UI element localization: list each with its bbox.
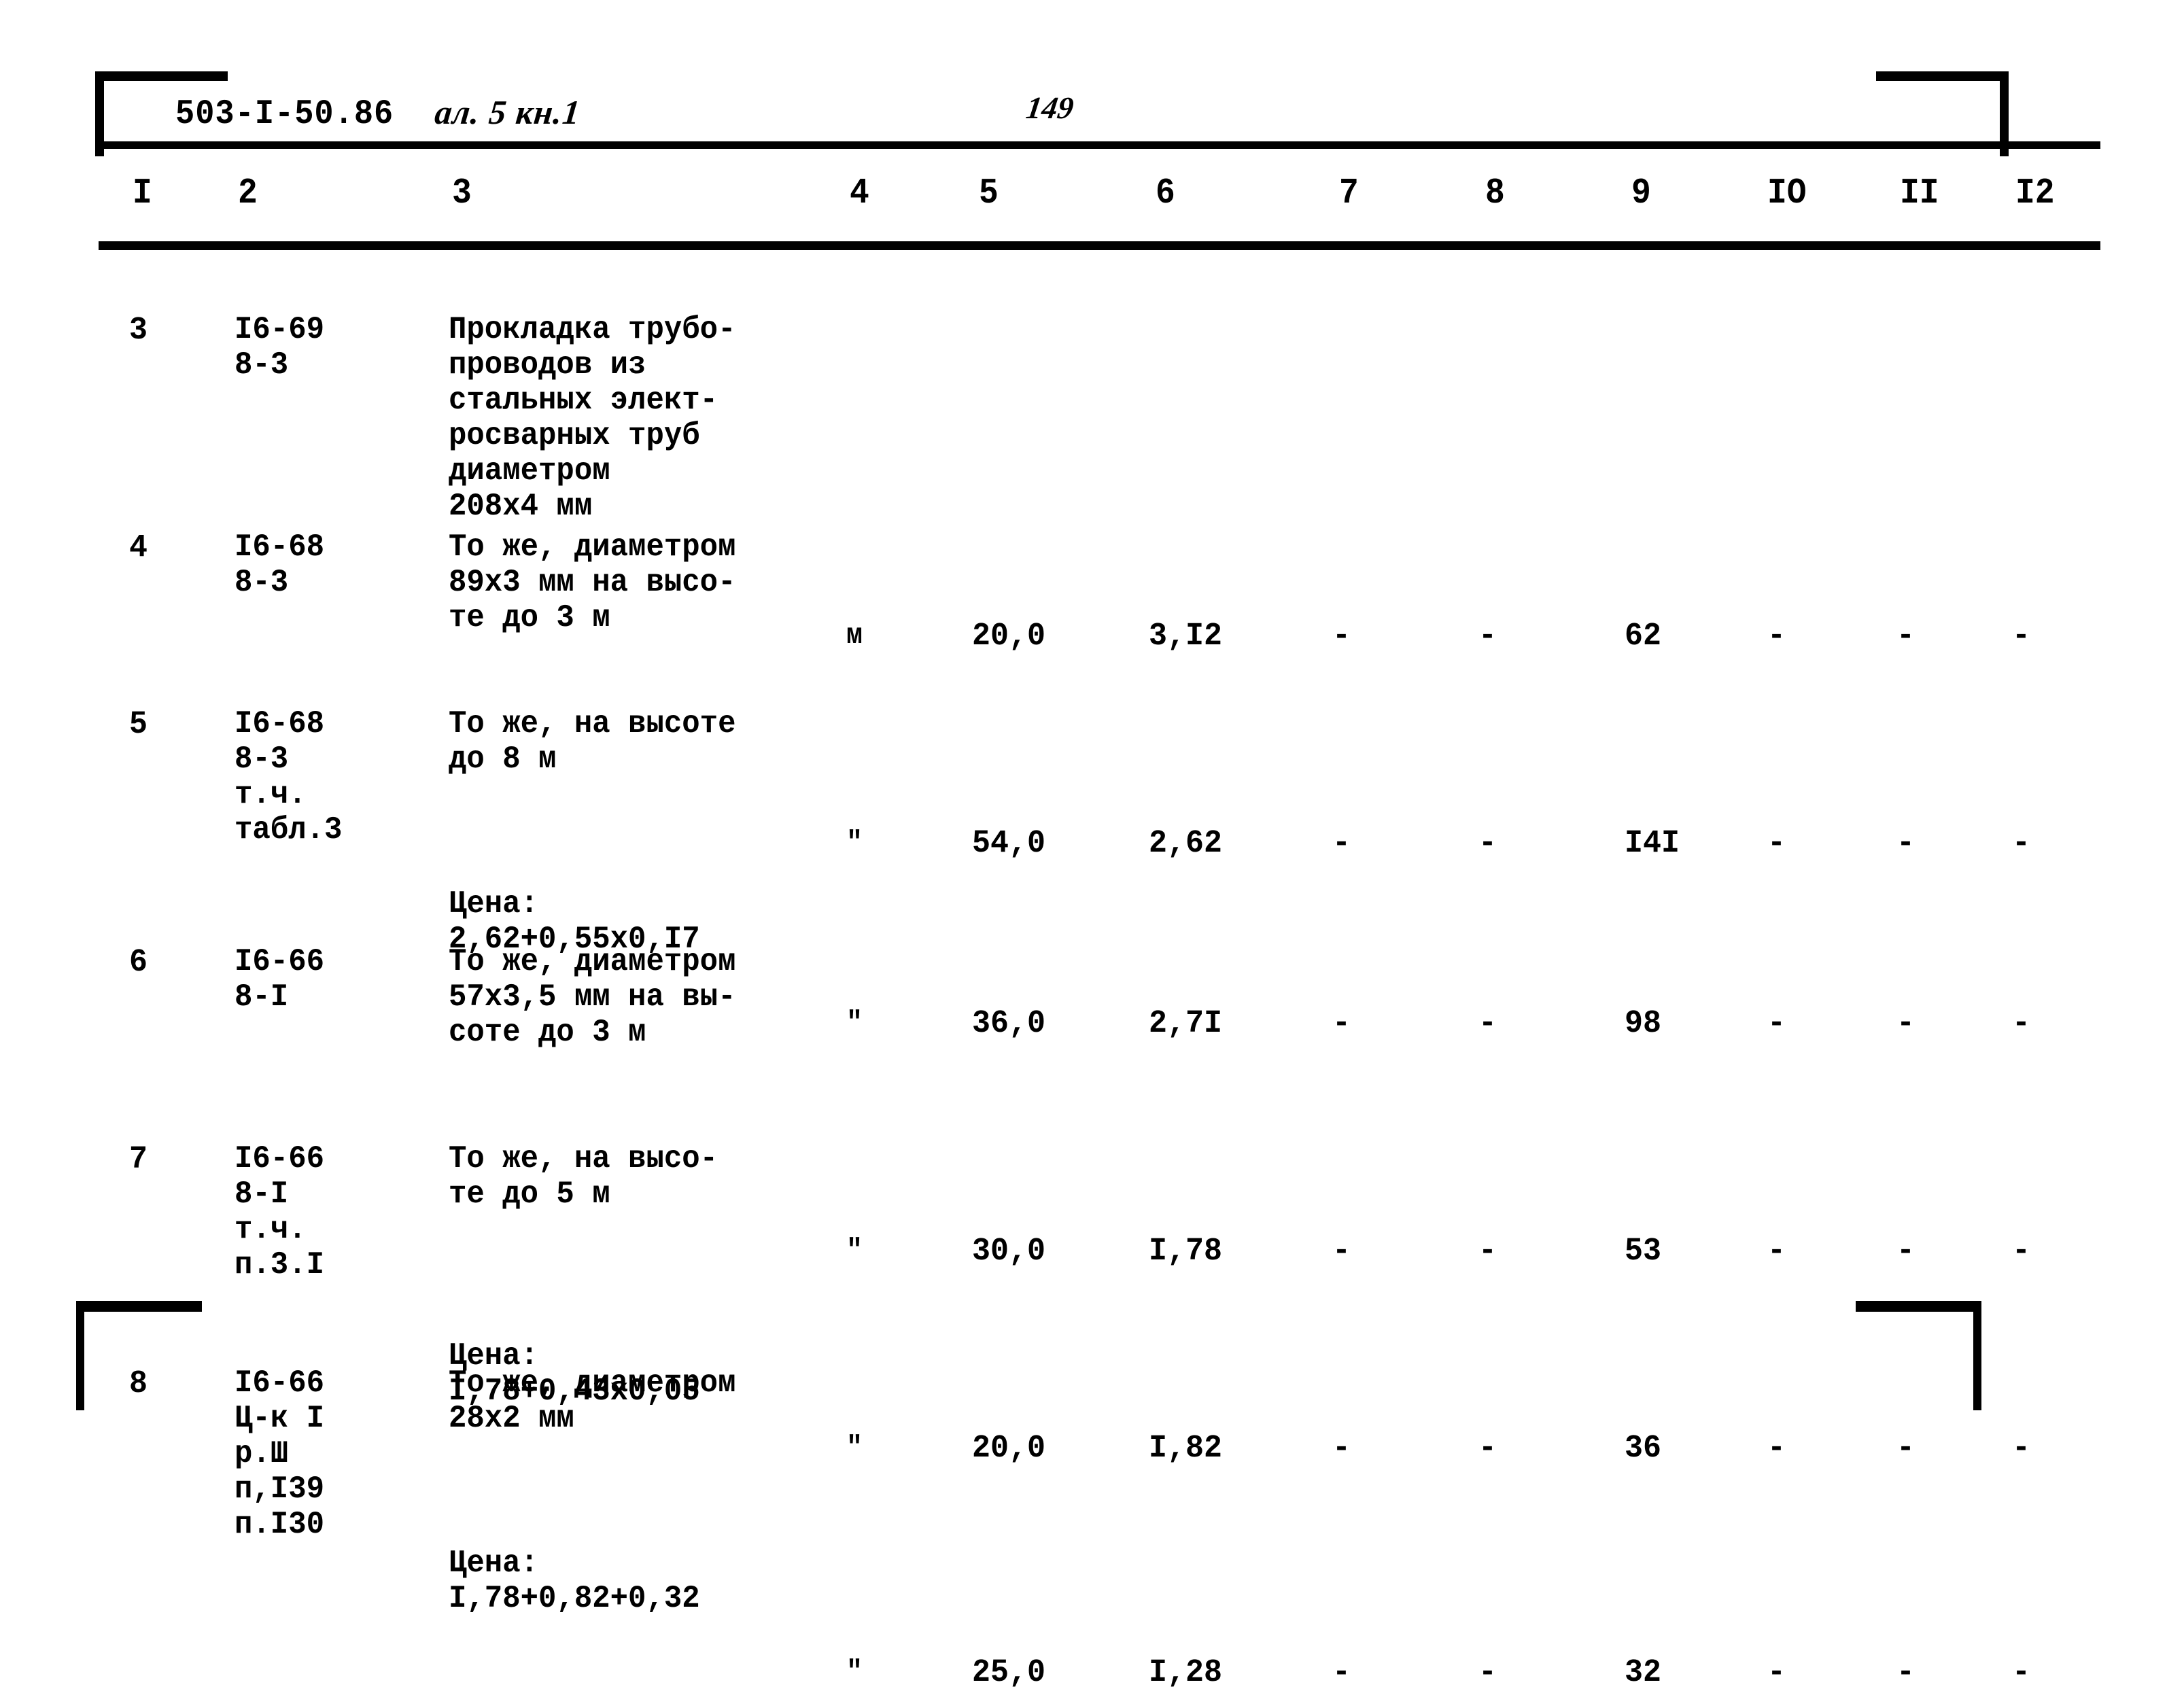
row-item-number: 5 [129,705,148,743]
row-col11: - [1896,1005,1916,1042]
row-col8: - [1478,1232,1497,1270]
row-unit: " [846,1235,863,1268]
row-col11: - [1896,824,1916,862]
row-col11: - [1896,617,1916,655]
row-col12: - [2012,824,2031,862]
column-header-9: 9 [1631,173,1651,214]
row-total: 36 [1625,1429,1662,1467]
row-col7: - [1332,617,1351,655]
header-rule-top [99,141,2100,149]
row-col8: - [1478,1654,1497,1691]
row-col7: - [1332,824,1351,862]
row-unit-cost: 3,I2 [1149,617,1223,655]
row-col10: - [1767,1654,1786,1691]
row-description: То же, диаметром 57х3,5 мм на вы- соте д… [449,943,736,1051]
row-unit: " [846,1007,863,1040]
row-item-number: 4 [129,529,148,566]
row-col10: - [1767,1429,1786,1467]
document-code: 503-I-50.86 [175,95,394,135]
row-norm-code: I6-66 8-I [235,943,325,1015]
row-col8: - [1478,1429,1497,1467]
row-col10: - [1767,617,1786,655]
row-norm-code: I6-66 Ц-к I р.Ш п,I39 п.I30 [235,1365,325,1543]
row-description: То же, на высоте до 8 м [449,705,736,778]
row-unit-cost: I,82 [1149,1429,1223,1467]
row-col8: - [1478,617,1497,655]
column-header-4: 4 [850,173,869,214]
column-header-7: 7 [1339,173,1359,214]
row-col12: - [2012,1654,2031,1691]
header-rule-bottom [99,241,2100,250]
column-header-3: 3 [452,173,472,214]
row-unit-cost: 2,62 [1149,824,1223,862]
row-item-number: 3 [129,311,148,349]
row-quantity: 20,0 [972,1429,1046,1467]
column-header-10: IO [1767,173,1807,214]
row-unit-cost: I,28 [1149,1654,1223,1691]
handwritten-annotation: ал. 5 кн.1 [433,93,583,131]
row-description: То же, диаметром 28х2 мм [449,1365,736,1437]
row-col11: - [1896,1429,1916,1467]
row-col7: - [1332,1232,1351,1270]
row-norm-code: I6-68 8-3 т.ч. табл.3 [235,705,343,848]
row-col7: - [1332,1429,1351,1467]
row-description: То же, на высо- те до 5 м [449,1140,718,1213]
row-col12: - [2012,1232,2031,1270]
row-description: Прокладка трубо- проводов из стальных эл… [449,311,736,525]
row-quantity: 20,0 [972,617,1046,655]
row-norm-code: I6-66 8-I т.ч. п.3.I [235,1140,325,1283]
row-col7: - [1332,1005,1351,1042]
row-unit: " [846,1656,863,1689]
row-total: 98 [1625,1005,1662,1042]
row-unit: " [846,1432,863,1465]
row-norm-code: I6-69 8-3 [235,311,325,383]
column-header-5: 5 [979,173,999,214]
column-header-8: 8 [1485,173,1505,214]
row-quantity: 30,0 [972,1232,1046,1270]
row-col7: - [1332,1654,1351,1691]
page-number: 149 [1024,90,1076,125]
row-col12: - [2012,617,2031,655]
row-price-note: Цена: I,78+0,82+0,32 [449,1545,700,1617]
row-item-number: 7 [129,1140,148,1178]
row-col10: - [1767,1232,1786,1270]
row-col8: - [1478,1005,1497,1042]
row-quantity: 36,0 [972,1005,1046,1042]
row-item-number: 8 [129,1365,148,1402]
column-header-6: 6 [1156,173,1175,214]
row-total: 53 [1625,1232,1662,1270]
row-col10: - [1767,824,1786,862]
column-header-1: I [133,173,152,214]
column-header-12: I2 [2015,173,2055,214]
row-unit: м [846,620,863,652]
page-header: 503-I-50.86 ал. 5 кн.1 149 [0,90,2184,143]
row-item-number: 6 [129,943,148,981]
row-description: То же, диаметром 89х3 мм на высо- те до … [449,529,736,636]
row-col11: - [1896,1654,1916,1691]
row-total: 32 [1625,1654,1662,1691]
row-quantity: 25,0 [972,1654,1046,1691]
row-quantity: 54,0 [972,824,1046,862]
row-unit-cost: 2,7I [1149,1005,1223,1042]
row-total: I4I [1625,824,1680,862]
row-unit: " [846,827,863,860]
row-norm-code: I6-68 8-3 [235,529,325,601]
row-col11: - [1896,1232,1916,1270]
row-col12: - [2012,1429,2031,1467]
row-col8: - [1478,824,1497,862]
table-column-headers: I 2 3 4 5 6 7 8 9 IO II I2 [0,173,2184,228]
row-total: 62 [1625,617,1662,655]
row-col10: - [1767,1005,1786,1042]
column-header-11: II [1900,173,1939,214]
row-unit-cost: I,78 [1149,1232,1223,1270]
scanned-page: 503-I-50.86 ал. 5 кн.1 149 I 2 3 4 5 6 7 8 9 IO II… [0,0,2184,1690]
row-col12: - [2012,1005,2031,1042]
column-header-2: 2 [238,173,258,214]
